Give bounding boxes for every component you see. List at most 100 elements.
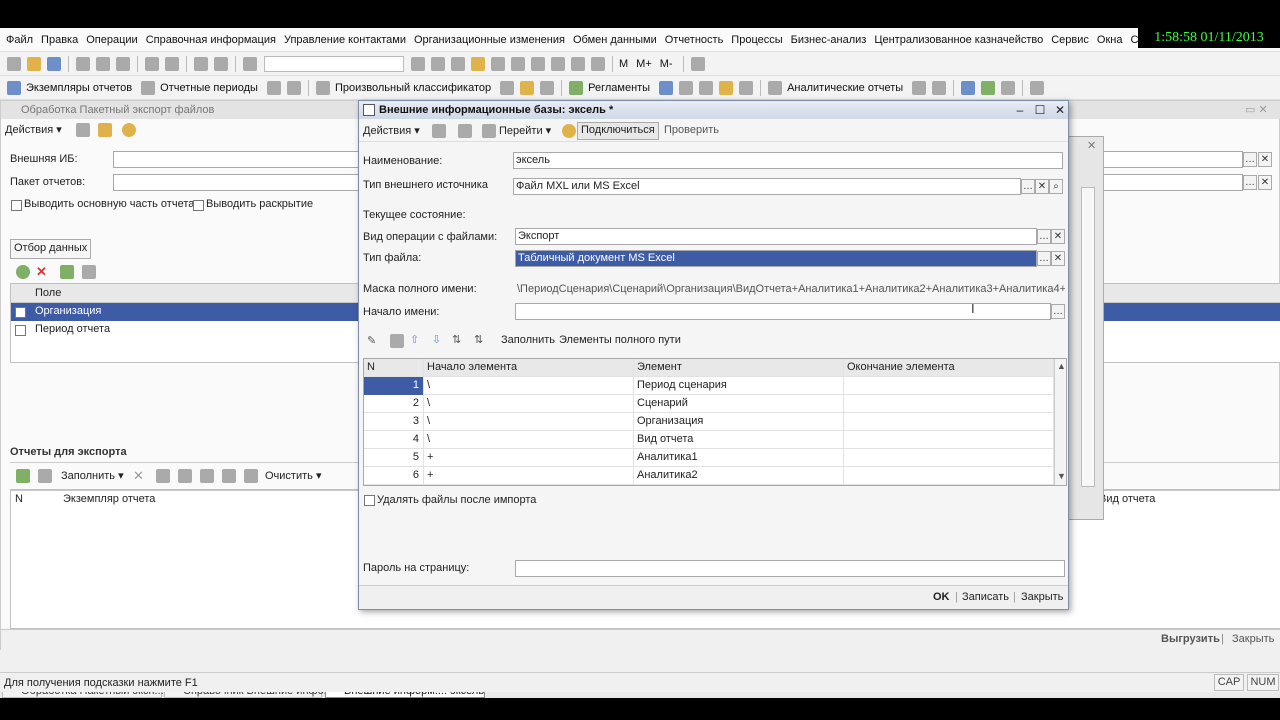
filter-row-checkbox[interactable]: [15, 307, 26, 318]
bg-action2-icon[interactable]: [98, 123, 112, 137]
menu-reporting[interactable]: Отчетность: [665, 34, 724, 46]
delete-gray-icon[interactable]: [390, 334, 404, 348]
menu-windows[interactable]: Окна: [1097, 34, 1123, 46]
find-prev-icon[interactable]: [431, 56, 445, 71]
save-icon[interactable]: [47, 56, 61, 71]
book-icon[interactable]: [520, 80, 535, 95]
sort-asc-icon[interactable]: [222, 469, 236, 483]
close-icon[interactable]: ✕: [1053, 103, 1067, 117]
misc-icon[interactable]: [266, 80, 281, 95]
table-row[interactable]: 6 + Аналитика2: [364, 467, 1054, 485]
copy-icon[interactable]: [96, 56, 110, 71]
menu-file[interactable]: Файл: [6, 34, 33, 46]
save-button[interactable]: Записать: [962, 591, 1009, 603]
sort-asc-icon[interactable]: ⇅: [452, 333, 461, 346]
undo-icon[interactable]: [194, 56, 208, 71]
table-scrollbar[interactable]: ▲ ▼: [1054, 359, 1066, 485]
money-icon[interactable]: [981, 80, 996, 95]
password-field[interactable]: [515, 560, 1065, 577]
bg-action-icon[interactable]: [76, 123, 90, 137]
print-icon[interactable]: [145, 56, 159, 71]
pie-icon[interactable]: [500, 80, 515, 95]
path-elements-button[interactable]: Элементы полного пути: [559, 334, 681, 346]
memory-mplus[interactable]: M+: [636, 58, 652, 70]
file-op-select-button[interactable]: …: [1037, 229, 1051, 244]
output-disclosure-checkbox[interactable]: [193, 200, 204, 211]
redo-icon[interactable]: [214, 56, 228, 71]
delete-files-checkbox[interactable]: [364, 495, 375, 506]
preview-icon[interactable]: [165, 56, 179, 71]
table-row[interactable]: 5 + Аналитика1: [364, 449, 1054, 467]
window-controls[interactable]: ▭ ✕: [1245, 103, 1268, 116]
bg-actions-menu[interactable]: Действия ▾: [5, 123, 62, 136]
refresh-icon[interactable]: [458, 124, 472, 138]
graph-icon[interactable]: [932, 80, 947, 95]
help-icon[interactable]: [122, 123, 136, 137]
table-row[interactable]: 2 \ Сценарий: [364, 395, 1054, 413]
menu-contacts[interactable]: Управление контактами: [284, 34, 406, 46]
report-periods-button[interactable]: Отчетные периоды: [160, 82, 258, 94]
chart-icon[interactable]: [739, 80, 754, 95]
report-package-clear-button[interactable]: ✕: [1258, 175, 1272, 190]
goto-menu[interactable]: Перейти ▾: [499, 124, 551, 137]
export-icon[interactable]: [912, 80, 927, 95]
add-icon[interactable]: [16, 265, 30, 279]
source-type-open-icon[interactable]: ⌕: [1049, 179, 1063, 194]
table-icon[interactable]: [531, 56, 545, 71]
menu-reference[interactable]: Справочная информация: [146, 34, 276, 46]
text-icon[interactable]: [551, 56, 565, 71]
file-op-field[interactable]: Экспорт: [515, 228, 1037, 245]
list-icon[interactable]: [679, 80, 694, 95]
file-op-clear-button[interactable]: ✕: [1051, 229, 1065, 244]
grid-icon[interactable]: [571, 56, 585, 71]
table-row[interactable]: 3 \ Организация: [364, 413, 1054, 431]
calendar-icon[interactable]: [491, 56, 505, 71]
name-start-select-button[interactable]: …: [1051, 304, 1065, 319]
source-type-field[interactable]: Файл MXL или MS Excel: [513, 178, 1021, 195]
file-type-select-button[interactable]: …: [1037, 251, 1051, 266]
delete-row-icon[interactable]: ✕: [133, 468, 144, 484]
fill-button[interactable]: Заполнить: [501, 334, 555, 346]
new-icon[interactable]: [7, 56, 21, 71]
misc2-icon[interactable]: [286, 80, 301, 95]
users-icon[interactable]: [961, 80, 976, 95]
search-input[interactable]: [264, 55, 404, 72]
window-icon[interactable]: [451, 56, 465, 71]
copy-icon[interactable]: [38, 469, 52, 483]
doc-icon[interactable]: [540, 80, 555, 95]
tools-icon[interactable]: [690, 56, 705, 71]
bg-close-button[interactable]: Закрыть: [1232, 633, 1274, 645]
more-icon[interactable]: [1030, 80, 1045, 95]
classifier-button[interactable]: Произвольный классификатор: [335, 82, 491, 94]
close-button[interactable]: Закрыть: [1021, 591, 1063, 603]
move-up-icon[interactable]: ⇧: [410, 333, 419, 346]
sort-desc-icon[interactable]: ⇅: [474, 333, 483, 346]
move-down-icon[interactable]: ⇩: [432, 333, 441, 346]
org-icon[interactable]: [659, 80, 674, 95]
check-icon[interactable]: [16, 469, 30, 483]
open-icon[interactable]: [27, 56, 41, 71]
check-button[interactable]: Проверить: [664, 124, 719, 136]
scroll-down-icon[interactable]: ▼: [1057, 471, 1066, 481]
bg-fill-button[interactable]: Заполнить ▾: [61, 469, 124, 482]
filter-row-checkbox[interactable]: [15, 325, 26, 336]
source-type-clear-button[interactable]: ✕: [1035, 179, 1049, 194]
reference-close-icon[interactable]: ✕: [1087, 139, 1096, 152]
file-type-field[interactable]: Табличный документ MS Excel: [515, 250, 1037, 267]
clear-button[interactable]: Очистить ▾: [265, 469, 321, 482]
file-type-clear-button[interactable]: ✕: [1051, 251, 1065, 266]
minimize-icon[interactable]: –: [1013, 103, 1027, 117]
paste-icon[interactable]: [116, 56, 130, 71]
html-icon[interactable]: [591, 56, 605, 71]
ok-button[interactable]: OK: [933, 591, 950, 603]
copy-rows-icon[interactable]: [82, 265, 96, 279]
menu-service[interactable]: Сервис: [1051, 34, 1089, 46]
cut-icon[interactable]: [76, 56, 90, 71]
menu-business-analysis[interactable]: Бизнес-анализ: [791, 34, 867, 46]
source-type-select-button[interactable]: …: [1021, 179, 1035, 194]
menu-edit[interactable]: Правка: [41, 34, 78, 46]
edit-row-icon[interactable]: [156, 469, 170, 483]
move-down-icon[interactable]: [200, 469, 214, 483]
move-up-icon[interactable]: [178, 469, 192, 483]
reference-scrollbar[interactable]: [1081, 187, 1095, 487]
